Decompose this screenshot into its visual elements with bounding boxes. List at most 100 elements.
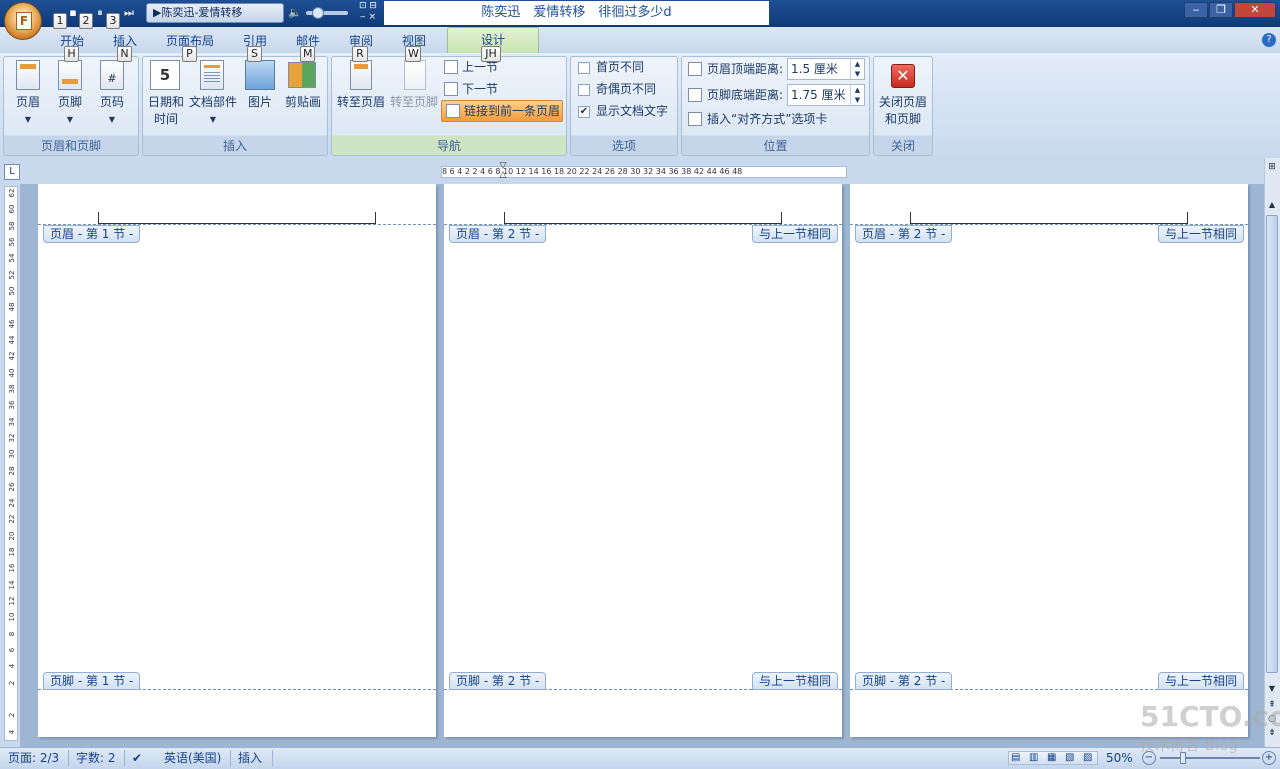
view-ruler-icon[interactable]: ⊞ <box>1266 162 1278 174</box>
header-line <box>98 212 376 224</box>
ruler-tick-label: 60 <box>8 204 16 214</box>
separator <box>272 750 273 766</box>
draft-icon[interactable]: ▨ <box>1083 752 1092 763</box>
ruler-tick-label: 48 <box>8 302 16 312</box>
ruler-tick-label: 40 <box>8 368 16 378</box>
volume-knob[interactable] <box>312 7 324 19</box>
media-controls-icon[interactable]: ⊡ ⊟ ‒ × <box>356 1 380 22</box>
help-icon[interactable]: ? <box>1262 33 1276 47</box>
pause-icon[interactable]: ⏸ <box>95 4 105 22</box>
goto-header-button[interactable]: 转至页眉 <box>334 94 388 111</box>
save-icon[interactable]: ▪ <box>68 4 78 22</box>
ruler-tick-label: 2 <box>8 713 16 718</box>
calendar-clock-icon: 5 <box>150 60 180 90</box>
word-count[interactable]: 字数: 2 <box>76 750 126 766</box>
restore-button[interactable]: ❐ <box>1209 2 1233 18</box>
checkmark-icon[interactable]: ✔ <box>578 105 590 118</box>
header-top-value[interactable]: 1.5 厘米 <box>791 62 838 76</box>
next-section-button[interactable]: 下一节 <box>462 79 522 99</box>
scrollbar-thumb[interactable] <box>1266 215 1278 673</box>
same-as-previous-tag: 与上一节相同 <box>751 225 838 243</box>
footer-bottom-label: 页脚底端距离: <box>707 88 784 102</box>
scroll-down-icon[interactable]: ▼ <box>1266 684 1278 696</box>
footer-bottom-value[interactable]: 1.75 厘米 <box>791 88 846 102</box>
checkbox-unchecked[interactable] <box>578 83 590 96</box>
different-odd-even-checkbox[interactable]: 奇偶页不同 <box>578 79 674 99</box>
window-title: 陈奕迅 爱情转移 徘徊过多少d <box>384 1 769 25</box>
outline-icon[interactable]: ▧ <box>1065 752 1074 763</box>
insert-align-tab-button[interactable]: 插入“对齐方式”选项卡 <box>707 109 867 129</box>
ruler-tick-label: 16 <box>8 563 16 573</box>
spinner-arrows-icon[interactable]: ▲ ▼ <box>850 85 864 105</box>
ruler-tick-label: 58 <box>8 221 16 231</box>
clip-art-button[interactable]: 剪贴画 <box>282 94 324 111</box>
checkbox-unchecked[interactable] <box>578 61 590 74</box>
volume-icon[interactable]: 🔈 <box>288 4 302 22</box>
page-number-button[interactable]: 页码 <box>92 94 132 111</box>
ruler-tick-label: 28 <box>8 466 16 475</box>
ruler-tick-label: 34 <box>8 417 16 426</box>
full-screen-reading-icon[interactable]: ▥ <box>1029 752 1038 763</box>
footer-bottom-spinner[interactable]: 1.75 厘米 ▲ ▼ <box>787 84 865 106</box>
chevron-down-icon: ▼ <box>108 115 116 124</box>
page-3[interactable]: 页眉 - 第 2 节 - 与上一节相同 页脚 - 第 2 节 - 与上一节相同 <box>850 184 1248 737</box>
zoom-in-icon[interactable]: + <box>1262 751 1276 765</box>
footer-button[interactable]: 页脚 <box>50 94 90 111</box>
spinner-arrows-icon[interactable]: ▲ ▼ <box>850 59 864 79</box>
zoom-slider[interactable] <box>1160 757 1260 759</box>
link-to-previous-button[interactable]: 链接到前一条页眉 <box>441 100 563 122</box>
goto-footer-button[interactable]: 转至页脚 <box>388 94 440 111</box>
header-distance-icon <box>688 62 702 76</box>
language-indicator[interactable]: 英语(美国) <box>164 750 224 766</box>
header-top-label: 页眉顶端距离: <box>707 62 784 76</box>
chevron-down-icon: ▼ <box>66 115 74 124</box>
ruler-tick-label: 18 <box>8 547 16 557</box>
minimize-button[interactable]: ‒ <box>1184 2 1208 18</box>
zoom-level[interactable]: 50% <box>1106 750 1136 766</box>
print-layout-icon[interactable]: ▤ <box>1011 752 1020 763</box>
page-2[interactable]: 页眉 - 第 2 节 - 与上一节相同 页脚 - 第 2 节 - 与上一节相同 <box>444 184 842 737</box>
goto-footer-icon <box>404 60 426 90</box>
office-logo-icon: F <box>16 12 32 30</box>
ruler-tick-label: 44 <box>8 335 16 345</box>
header-button[interactable]: 页眉 <box>8 94 48 111</box>
tab-key-insert: N <box>117 46 132 62</box>
view-buttons[interactable]: ▤ ▥ ▦ ▧ ▨ <box>1008 751 1098 765</box>
goto-header-icon <box>350 60 372 90</box>
qa-key-3: 3 <box>106 13 120 29</box>
next-track-icon[interactable]: ⏭ <box>122 4 136 22</box>
group-label: 关闭 <box>890 139 915 153</box>
same-as-previous-tag: 与上一节相同 <box>751 672 838 690</box>
office-button[interactable]: F <box>4 2 42 40</box>
quick-parts-button[interactable]: 文档部件 <box>188 94 238 111</box>
ruler-tick-label: 20 <box>8 531 16 541</box>
separator <box>230 750 231 766</box>
clip-art-icon <box>288 62 316 88</box>
show-document-text-checkbox[interactable]: ✔ 显示文档文字 <box>578 101 676 121</box>
tab-key-design: JH <box>481 46 501 62</box>
different-first-page-checkbox[interactable]: 首页不同 <box>578 57 674 77</box>
separator <box>124 750 125 766</box>
header-line <box>910 212 1188 224</box>
tab-stop-selector-button[interactable]: L <box>4 164 20 180</box>
header-top-spinner[interactable]: 1.5 厘米 ▲ ▼ <box>787 58 865 80</box>
ruler-tick-label: 38 <box>8 384 16 394</box>
scroll-up-icon[interactable]: ▲ <box>1266 200 1278 212</box>
insert-mode-indicator[interactable]: 插入 <box>238 750 268 766</box>
header-icon <box>16 60 40 90</box>
page-indicator[interactable]: 页面: 2/3 <box>8 750 68 766</box>
vertical-ruler[interactable]: 62 60 58 56 54 52 50 48 46 44 42 40 38 36 34 32 30 28 26 24… <box>4 186 18 741</box>
date-time-button[interactable]: 日期和 时间 <box>144 94 188 128</box>
previous-section-icon <box>444 60 458 74</box>
close-header-footer-button[interactable]: 关闭页眉 和页脚 <box>874 94 932 128</box>
page-1[interactable]: 页眉 - 第 1 节 - 页脚 - 第 1 节 - <box>38 184 436 737</box>
proofing-icon[interactable]: ✔ <box>132 750 148 766</box>
watermark-logo: 51CTO.com <box>1140 700 1280 733</box>
ruler-ticks: 8 6 4 2 2 4 6 8 10 12 14 16 18 20 22 24 … <box>442 167 743 176</box>
picture-button[interactable]: 图片 <box>240 94 280 111</box>
indent-marker-icon[interactable]: ▽ △ <box>498 162 508 180</box>
close-window-button[interactable]: ✕ <box>1234 2 1276 18</box>
ruler-tick-label: 4 <box>8 729 16 734</box>
web-layout-icon[interactable]: ▦ <box>1047 752 1056 763</box>
checkbox-label: 奇偶页不同 <box>596 82 657 96</box>
